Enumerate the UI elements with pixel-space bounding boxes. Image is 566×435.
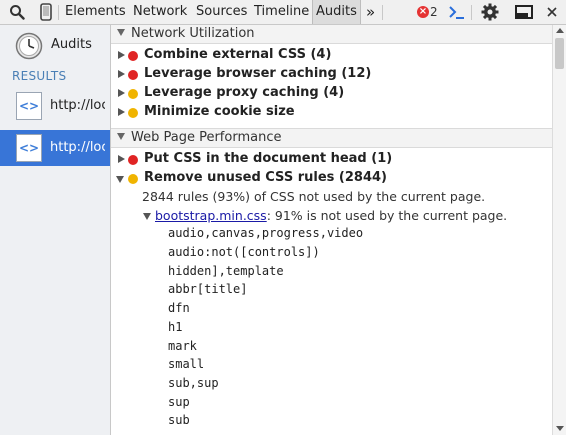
rule-label: Minimize cookie size [144,104,295,119]
unused-selector: audio:not([controls]) [168,245,320,259]
more-tabs-button[interactable]: » [363,0,378,24]
unused-selector: audio,canvas,progress,video [168,226,364,240]
audits-sidebar: Audits RESULTS <> http://localhost <> ht… [0,25,111,435]
audit-results-panel: Network Utilization Combine external CSS… [111,25,552,435]
toolbar-divider [471,5,472,20]
section-header-web-page-performance[interactable]: Web Page Performance [111,129,552,148]
collapse-triangle-icon [117,133,125,140]
rule-label: Remove unused CSS rules (2844) [144,170,387,185]
rule-label: Put CSS in the document head (1) [144,151,393,166]
audit-rule[interactable]: Leverage proxy caching (4) [111,84,552,103]
audit-rule-expanded[interactable]: Remove unused CSS rules (2844) [111,169,552,188]
section-title: Network Utilization [131,26,255,41]
expand-triangle-icon[interactable] [118,108,125,116]
expand-triangle-icon[interactable] [118,70,125,78]
audit-rule[interactable]: Leverage browser caching (12) [111,65,552,84]
unused-selector: sub,sup [168,376,219,390]
unused-selector: sup [168,395,190,409]
collapse-triangle-icon[interactable] [143,213,151,220]
search-icon[interactable] [8,3,26,21]
unused-css-summary: 2844 rules (93%) of CSS not used by the … [142,189,486,204]
tab-elements[interactable]: Elements [62,0,129,24]
close-icon[interactable] [543,3,561,21]
severity-red-icon [128,70,138,80]
collapse-triangle-icon[interactable] [116,176,124,183]
audit-rule[interactable]: Combine external CSS (4) [111,46,552,65]
expand-triangle-icon[interactable] [118,155,125,163]
severity-red-icon [128,155,138,165]
severity-red-icon [128,51,138,61]
scrollbar-thumb[interactable] [555,38,564,69]
dock-icon[interactable] [515,3,533,21]
tab-audits[interactable]: Audits [312,0,361,24]
unused-selector: dfn [168,301,190,315]
sidebar-result-item[interactable]: <> http://localhost [0,88,110,124]
settings-icon[interactable] [481,3,499,21]
sidebar-result-item-selected[interactable]: <> http://localhost [0,130,110,166]
severity-yellow-icon [128,174,138,184]
unused-selector: h1 [168,320,183,334]
page-result-icon: <> [16,92,42,120]
results-header: RESULTS [12,69,67,83]
audit-rule[interactable]: Put CSS in the document head (1) [111,150,552,169]
collapse-triangle-icon [117,29,125,36]
section-title: Web Page Performance [131,130,282,145]
unused-selector: small [168,357,205,371]
unused-selector: abbr[title] [168,282,248,296]
css-file-link[interactable]: bootstrap.min.css [155,208,267,223]
vertical-scrollbar[interactable] [552,25,566,435]
css-file-entry: bootstrap.min.css: 91% is not used by th… [155,208,507,223]
error-count[interactable]: 2 [430,0,438,24]
expand-triangle-icon[interactable] [118,89,125,97]
scroll-down-arrow-icon[interactable] [556,426,564,431]
result-url: http://localhost [50,98,105,113]
section-header-network-utilization[interactable]: Network Utilization [111,25,552,44]
console-icon[interactable] [448,3,466,21]
devtools-toolbar: Elements Network Sources Timeline Audits… [0,0,566,25]
device-icon[interactable] [37,3,55,21]
result-url: http://localhost [50,140,105,155]
rule-label: Combine external CSS (4) [144,47,332,62]
unused-selector: hidden],template [168,264,284,278]
sidebar-item-audits[interactable]: Audits [0,25,110,67]
sidebar-audits-label: Audits [51,37,92,52]
toolbar-divider [382,5,383,20]
css-file-note: : 91% is not used by the current page. [266,208,508,223]
toolbar-divider [58,5,59,20]
unused-selector: sub [168,413,190,427]
tab-timeline[interactable]: Timeline [251,0,312,24]
page-result-icon: <> [16,134,42,162]
rule-label: Leverage browser caching (12) [144,66,372,81]
tab-network[interactable]: Network [130,0,190,24]
severity-yellow-icon [128,108,138,118]
unused-selector: mark [168,339,197,353]
severity-yellow-icon [128,89,138,99]
tab-sources[interactable]: Sources [193,0,250,24]
rule-label: Leverage proxy caching (4) [144,85,345,100]
scroll-up-arrow-icon[interactable] [556,28,564,33]
error-icon[interactable]: × [417,6,429,18]
expand-triangle-icon[interactable] [118,51,125,59]
audit-rule[interactable]: Minimize cookie size [111,103,552,122]
clock-icon [15,32,43,63]
